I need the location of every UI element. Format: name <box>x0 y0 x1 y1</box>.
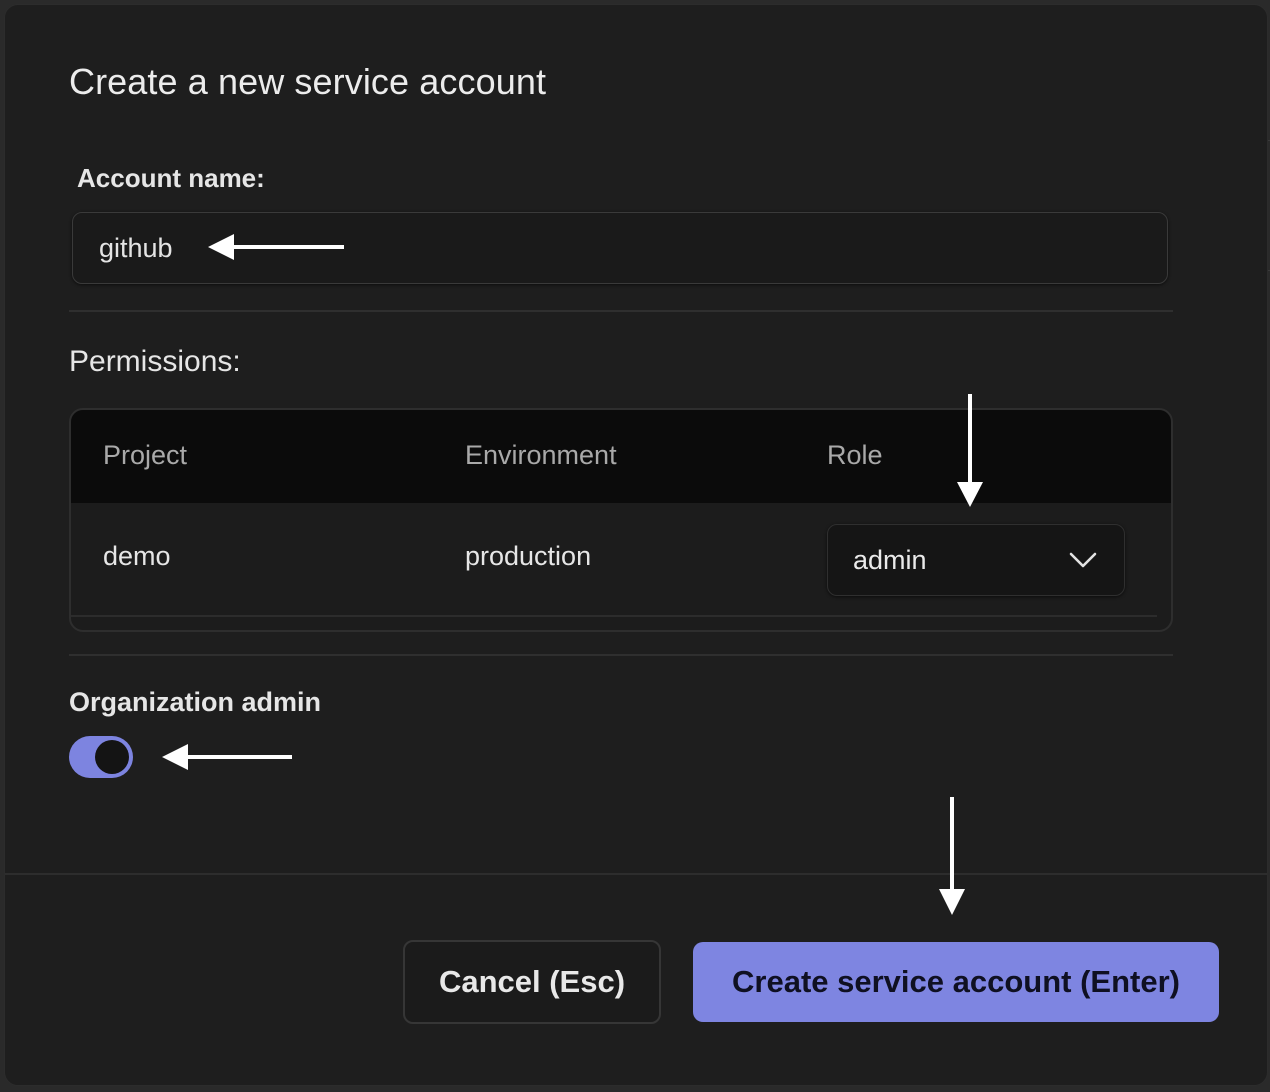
table-header: Project Environment Role <box>71 410 1171 503</box>
column-header-role: Role <box>827 440 883 470</box>
row-divider <box>71 615 1157 617</box>
service-account-dialog: Create a new service account Account nam… <box>4 4 1268 1086</box>
toggle-knob <box>95 740 129 774</box>
permissions-table: Project Environment Role demo production… <box>69 408 1173 632</box>
account-name-input[interactable] <box>72 212 1168 284</box>
column-header-project: Project <box>103 440 188 470</box>
column-header-environment: Environment <box>465 440 617 470</box>
role-select-value: admin <box>853 545 927 575</box>
role-select[interactable]: admin <box>827 524 1125 596</box>
account-name-label: Account name: <box>77 163 265 193</box>
create-service-account-button[interactable]: Create service account (Enter) <box>693 942 1219 1022</box>
cell-environment: production <box>465 541 592 571</box>
dialog-title: Create a new service account <box>69 61 547 102</box>
org-admin-toggle[interactable] <box>69 736 133 778</box>
chevron-down-icon <box>1069 552 1097 568</box>
org-admin-label: Organization admin <box>69 687 322 717</box>
footer-divider <box>5 873 1267 875</box>
permissions-label: Permissions: <box>69 345 241 378</box>
cancel-button[interactable]: Cancel (Esc) <box>403 940 661 1024</box>
divider <box>69 654 1173 656</box>
divider <box>69 310 1173 312</box>
cell-project: demo <box>103 541 171 571</box>
